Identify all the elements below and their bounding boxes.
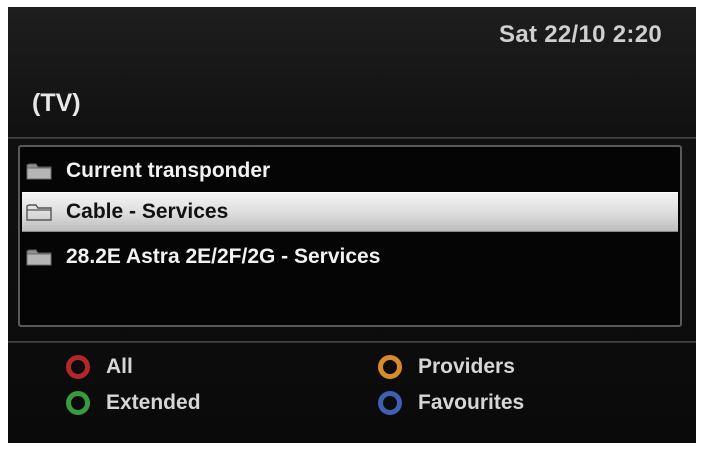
clock: Sat 22/10 2:20 (499, 21, 662, 48)
legend-label: Favourites (418, 391, 525, 414)
folder-icon (26, 247, 52, 267)
list-item-label: 28.2E Astra 2E/2F/2G - Services (66, 245, 381, 268)
green-key-extended[interactable]: Extended (66, 391, 201, 415)
bouquet-list: Current transponder Cable - Services 28.… (18, 145, 682, 327)
red-button-icon (66, 355, 90, 379)
list-item-astra-services[interactable]: 28.2E Astra 2E/2F/2G - Services (22, 237, 678, 277)
list-item-label: Cable - Services (66, 200, 229, 223)
green-button-icon (66, 391, 90, 415)
folder-icon (26, 161, 52, 181)
folder-open-icon (26, 202, 52, 222)
page-title: (TV) (32, 89, 81, 117)
orange-button-icon (378, 355, 402, 379)
blue-key-favourites[interactable]: Favourites (378, 391, 524, 415)
top-divider (8, 137, 696, 139)
legend-label: Extended (106, 391, 201, 414)
legend-label: All (106, 355, 133, 378)
red-key-all[interactable]: All (66, 355, 133, 379)
blue-button-icon (378, 391, 402, 415)
list-item-current-transponder[interactable]: Current transponder (22, 151, 678, 191)
list-item-cable-services[interactable]: Cable - Services (22, 192, 678, 232)
list-item-label: Current transponder (66, 159, 271, 182)
orange-key-providers[interactable]: Providers (378, 355, 515, 379)
legend-label: Providers (418, 355, 515, 378)
tv-channel-selection-screen: Sat 22/10 2:20 (TV) Current transponder … (8, 7, 696, 443)
bottom-divider (8, 341, 696, 343)
